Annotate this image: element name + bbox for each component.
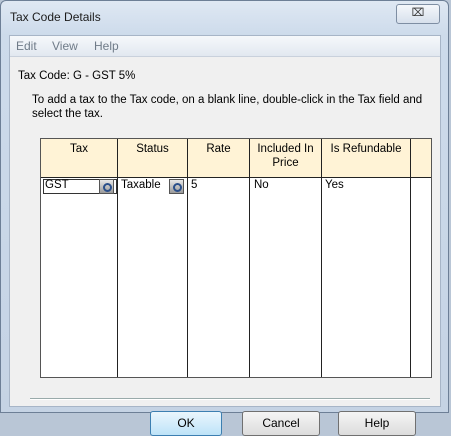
cell-included-in-price[interactable]: No — [254, 179, 269, 191]
column-header-is-refundable: Is Refundable — [322, 139, 410, 178]
column-divider — [187, 139, 188, 377]
instructions-text: To add a tax to the Tax code, on a blank… — [32, 94, 423, 120]
column-divider — [410, 139, 411, 377]
status-lookup-icon[interactable] — [169, 179, 184, 194]
column-divider — [321, 139, 322, 377]
dialog-body: Edit View Help Tax Code: G - GST 5% To a… — [9, 35, 441, 436]
tax-lookup-icon[interactable] — [99, 179, 114, 194]
column-header-included-in-price: Included In Price — [250, 139, 321, 178]
tax-grid: Tax Status Rate Included In Price Is Ref… — [40, 138, 432, 378]
column-header-blank — [411, 139, 431, 178]
close-button[interactable]: ⌧ — [396, 4, 440, 24]
cell-is-refundable[interactable]: Yes — [325, 179, 344, 191]
menu-bar: Edit View Help — [10, 36, 440, 57]
tax-code-label: Tax Code: G - GST 5% — [18, 70, 136, 82]
separator — [30, 398, 430, 400]
cell-tax[interactable]: GST — [45, 179, 69, 191]
close-icon: ⌧ — [411, 7, 425, 19]
menu-help[interactable]: Help — [94, 39, 119, 53]
cell-status[interactable]: Taxable — [121, 179, 161, 191]
cell-rate[interactable]: 5 — [191, 179, 197, 191]
tax-code-details-dialog: Tax Code Details ⌧ Edit View Help Tax Co… — [0, 0, 449, 436]
column-header-tax: Tax — [41, 139, 117, 178]
column-header-status: Status — [118, 139, 187, 178]
menu-edit[interactable]: Edit — [16, 39, 37, 53]
column-header-rate: Rate — [188, 139, 249, 178]
window-title: Tax Code Details — [10, 10, 101, 24]
title-bar[interactable]: Tax Code Details ⌧ — [1, 1, 448, 33]
column-divider — [117, 139, 118, 377]
menu-view[interactable]: View — [52, 39, 78, 53]
column-divider — [249, 139, 250, 377]
